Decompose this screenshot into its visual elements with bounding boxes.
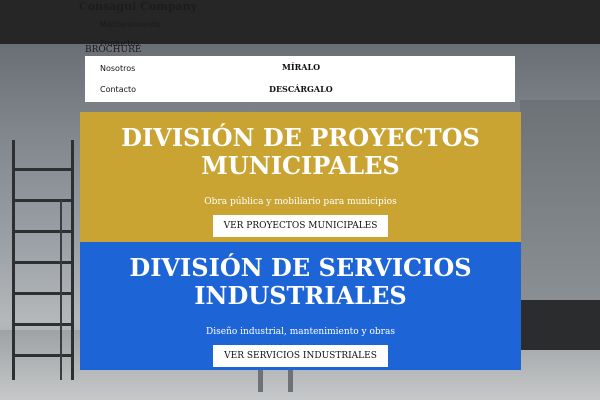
nav-item-brochure[interactable]: BROCHURE: [85, 44, 141, 56]
division-industrial-title: DIVISIÓN DE SERVICIOS INDUSTRIALES: [80, 242, 521, 310]
background-truck: [520, 300, 600, 350]
division-municipal-title: DIVISIÓN DE PROYECTOS MUNICIPALES: [80, 112, 521, 180]
division-municipal-title-line2: MUNICIPALES: [201, 151, 400, 180]
background-scaffold-rail: [60, 200, 80, 380]
ver-servicios-industriales-button[interactable]: VER SERVICIOS INDUSTRIALES: [213, 345, 388, 367]
menu-item-nosotros[interactable]: Nosotros: [100, 63, 135, 74]
division-municipal-title-line1: DIVISIÓN DE PROYECTOS: [121, 123, 480, 152]
descargalo-link[interactable]: DESCÁRGALO: [269, 84, 333, 95]
division-industrial-title-line1: DIVISIÓN DE SERVICIOS: [129, 253, 472, 282]
division-municipal-subtitle: Obra pública y mobiliario para municipio…: [204, 197, 397, 207]
dropdown-menu-panel: Nosotros MÍRALO Contacto DESCÁRGALO: [85, 56, 515, 102]
menu-item-contacto[interactable]: Contacto: [100, 84, 136, 95]
division-municipal-section: DIVISIÓN DE PROYECTOS MUNICIPALES Obra p…: [80, 112, 521, 242]
background-wall: [520, 100, 600, 300]
division-industrial-section: DIVISIÓN DE SERVICIOS INDUSTRIALES Diseñ…: [80, 242, 521, 370]
nav-item-mantenimiento[interactable]: Mantenimiento: [100, 19, 160, 30]
division-industrial-title-line2: INDUSTRIALES: [194, 281, 407, 310]
division-industrial-subtitle: Diseño industrial, mantenimiento y obras: [206, 327, 395, 337]
miralo-link[interactable]: MÍRALO: [282, 62, 320, 73]
site-brand-link[interactable]: Consagui Company: [79, 0, 197, 14]
ver-proyectos-municipales-button[interactable]: VER PROYECTOS MUNICIPALES: [212, 215, 389, 237]
